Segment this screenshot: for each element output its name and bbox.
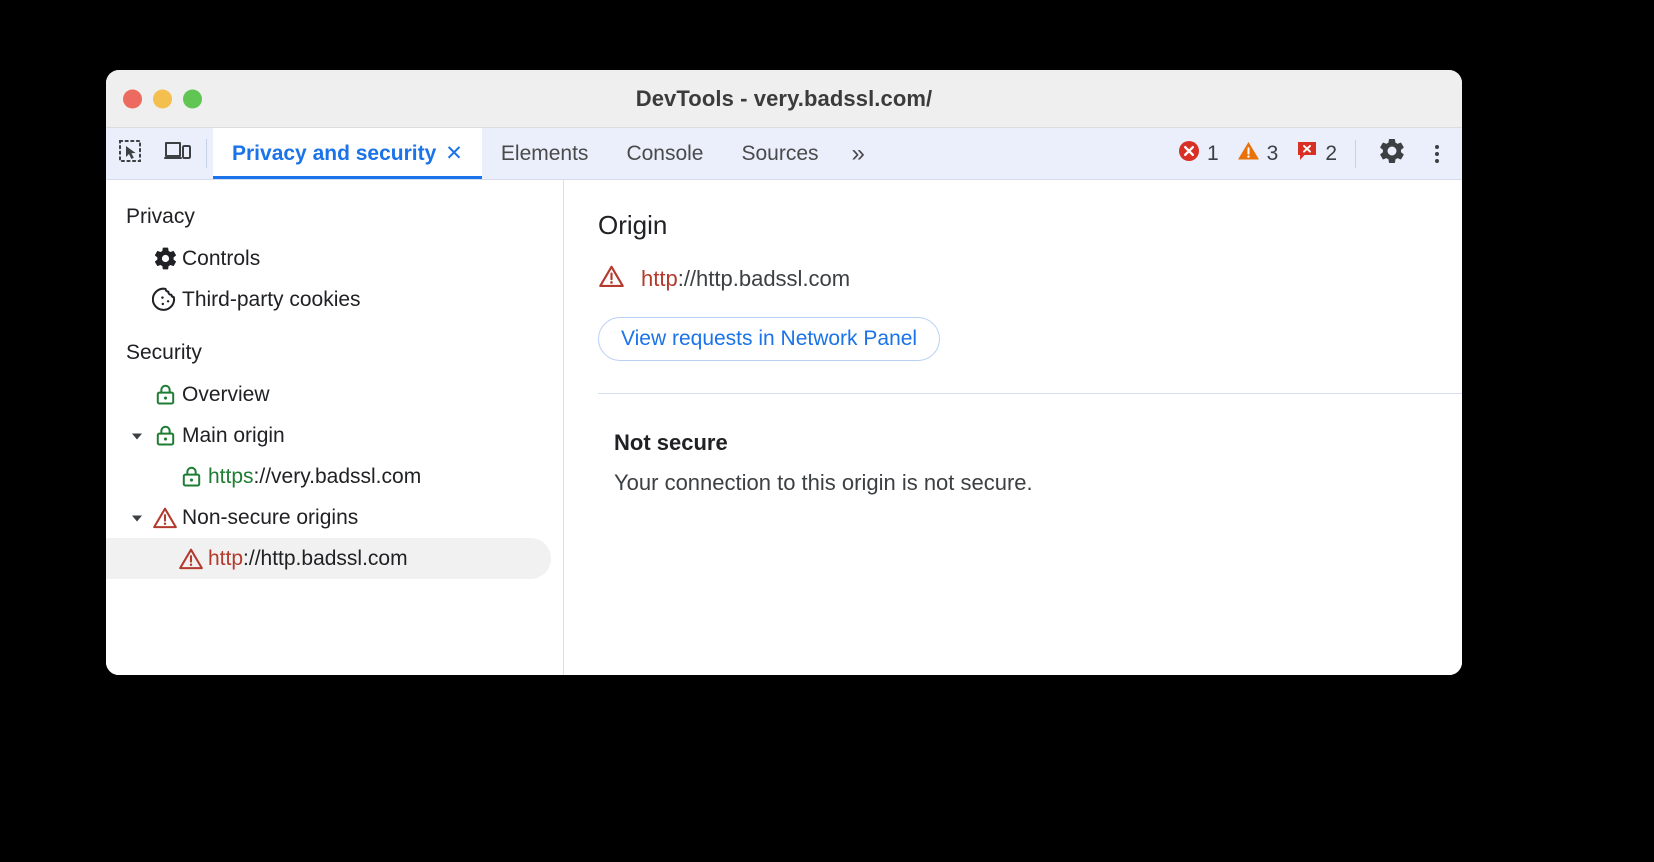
issue-badges: 1 3 2 [1170,128,1462,179]
zoom-window-button[interactable] [183,89,202,108]
warning-red-icon [148,505,182,531]
origin-url: http://http.badssl.com [641,266,850,292]
url-scheme: https [208,464,254,488]
url-scheme: http [641,266,678,291]
sidebar-item-controls[interactable]: Controls [106,238,551,279]
gear-icon [148,245,182,272]
minimize-window-button[interactable] [153,89,172,108]
sidebar-item-label: Overview [182,382,270,406]
tabbar-spacer [872,128,1170,179]
status-description: Your connection to this origin is not se… [614,470,1033,495]
url-host: ://very.badssl.com [253,464,422,488]
sidebar-item-overview[interactable]: Overview [106,374,551,415]
window-title: DevTools - very.badssl.com/ [635,85,933,111]
lock-green-icon [148,423,182,448]
inspect-element-button[interactable] [106,128,154,179]
sidebar-section-security-heading: Security [126,341,202,364]
toolbar-divider-right [1355,139,1356,168]
cookie-icon [148,286,182,313]
tab-label: Console [626,141,704,165]
issue-icon [1295,140,1319,167]
error-icon [1177,139,1201,168]
more-options-button[interactable] [1416,128,1458,179]
issue-count: 2 [1325,141,1337,165]
traffic-lights [123,89,202,108]
close-window-button[interactable] [123,89,142,108]
sidebar-item-https-very-badssl-com[interactable]: https://very.badssl.com [106,456,551,497]
tab-elements[interactable]: Elements [482,128,608,179]
lock-green-icon [148,382,182,407]
sidebar-item-non-secure-origins[interactable]: Non-secure origins [106,497,551,538]
toolbar-divider [206,139,207,168]
sidebar-item-label: https://very.badssl.com [208,465,421,489]
status-title: Not secure [614,430,728,455]
origin-section: Origin http://http.badssl.com View reque… [564,180,1462,394]
url-host: ://http.badssl.com [243,546,408,570]
chevron-down-icon[interactable] [126,510,148,526]
sidebar-item-label: Main origin [182,423,285,447]
url-host: ://http.badssl.com [677,266,851,291]
kebab-menu-icon [1435,144,1439,163]
tab-privacy-and-security[interactable]: Privacy and security ✕ [213,128,482,179]
devtools-tabbar: Privacy and security ✕ Elements Console … [106,128,1462,180]
security-main-panel: Origin http://http.badssl.com View reque… [564,180,1462,675]
warning-count: 3 [1266,141,1279,165]
sidebar-item-http-http-badssl-com[interactable]: http://http.badssl.com [106,538,551,579]
sidebar-item-label: Controls [182,246,261,270]
origin-heading: Origin [598,210,668,240]
view-requests-in-network-panel-button[interactable]: View requests in Network Panel [598,317,941,361]
lock-green-icon [174,464,208,489]
chevron-down-icon[interactable] [126,428,148,444]
sidebar-item-label: Third-party cookies [182,287,361,311]
origin-url-row: http://http.badssl.com [598,263,1462,295]
connection-status-section: Not secure Your connection to this origi… [564,394,1462,496]
privacy-security-sidebar: Privacy Controls Third-party cookies Sec… [106,180,564,675]
warning-red-icon [598,263,625,295]
devtools-window: DevTools - very.badssl.com/ Privacy and … [106,70,1462,675]
settings-button[interactable] [1371,128,1413,179]
close-tab-icon[interactable]: ✕ [445,143,463,164]
tab-sources[interactable]: Sources [723,128,838,179]
sidebar-item-main-origin[interactable]: Main origin [106,415,551,456]
sidebar-item-label: Non-secure origins [182,505,359,529]
tab-label: Elements [500,141,589,165]
tab-label: Sources [741,141,819,165]
device-toolbar-icon [164,139,192,168]
warning-red-icon [174,546,208,572]
tab-console[interactable]: Console [607,128,722,179]
error-count-button[interactable]: 1 [1170,139,1226,168]
inspect-element-icon [117,138,143,169]
window-titlebar: DevTools - very.badssl.com/ [106,70,1462,128]
sidebar-section-privacy-heading: Privacy [126,205,195,228]
chevron-double-right-icon: » [851,139,865,167]
warning-count-button[interactable]: 3 [1229,139,1286,168]
gear-icon [1377,136,1407,171]
sidebar-item-third-party-cookies[interactable]: Third-party cookies [106,279,551,320]
issue-count-button[interactable]: 2 [1288,140,1344,167]
devtools-body: Privacy Controls Third-party cookies Sec… [106,180,1462,675]
tab-label: Privacy and security [232,141,437,165]
error-count: 1 [1206,141,1219,165]
url-scheme: http [208,546,244,570]
warning-icon [1236,139,1261,168]
more-tabs-button[interactable]: » [838,128,872,179]
device-toolbar-button[interactable] [154,128,202,179]
sidebar-item-label: http://http.badssl.com [208,547,408,571]
